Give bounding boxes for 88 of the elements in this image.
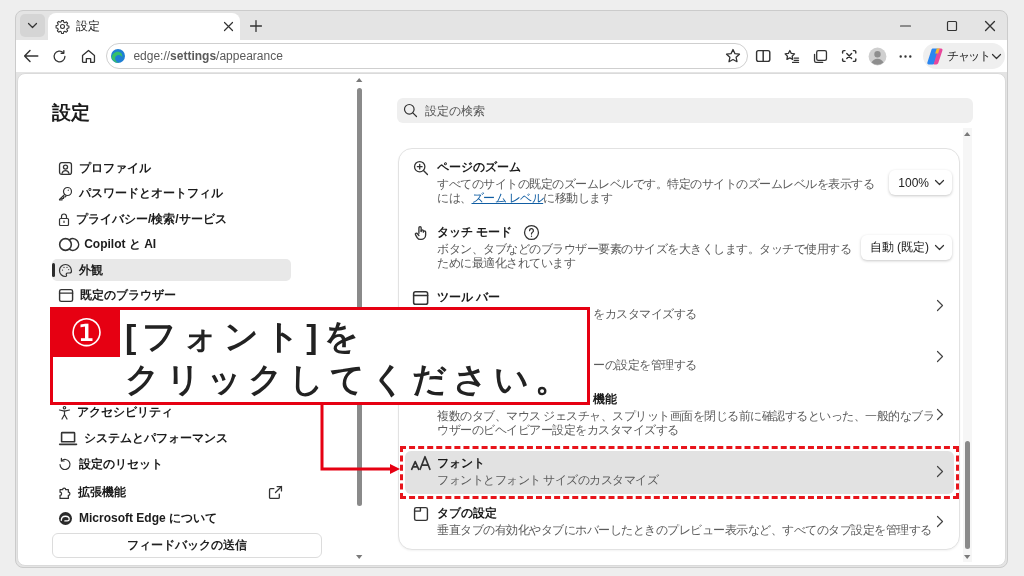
down-triangle-icon[interactable] <box>964 555 971 559</box>
sidebar-item[interactable]: プロファイル <box>52 157 291 179</box>
back-arrow-icon[interactable] <box>24 50 39 62</box>
minimize-icon[interactable] <box>900 24 911 27</box>
font-size-icon <box>411 456 431 470</box>
palette-icon <box>59 263 72 277</box>
chevron-right-icon[interactable] <box>937 409 943 420</box>
search-field[interactable]: 設定の検索 <box>425 103 973 118</box>
browser-logo-icon <box>111 49 126 63</box>
setting-description: フォントとフォント サイズのカスタマイズ <box>437 472 660 487</box>
more-icon[interactable] <box>899 54 913 58</box>
settings-row[interactable]: フォント フォントとフォント サイズのカスタマイズ <box>405 451 954 494</box>
sidebar-item[interactable]: Copilot と AI <box>52 233 291 256</box>
browser-logo-icon <box>59 511 72 525</box>
up-triangle-icon[interactable] <box>964 132 971 136</box>
star-with-lines-icon[interactable] <box>784 49 799 63</box>
chevron-down-icon <box>992 53 1002 59</box>
setting-title: ページのズーム <box>437 160 521 175</box>
hand-icon <box>415 225 427 240</box>
setting-description: ボタン、タブなどのブラウザー要素のサイズを大きくします。タッチで使用するために最適化されています <box>437 242 852 270</box>
sidebar-item[interactable]: プライバシー/検索/サービス <box>52 208 291 231</box>
search-bar[interactable]: 設定の検索 <box>397 98 973 123</box>
circular-arrow-icon <box>59 457 72 471</box>
chevron-down-icon <box>935 180 944 185</box>
window-icon <box>59 289 74 303</box>
gear-icon <box>56 20 69 33</box>
close-icon[interactable] <box>985 20 995 31</box>
page-title: 設定 <box>52 101 91 125</box>
app-logo-icon <box>927 47 945 65</box>
sidebar-item[interactable]: 既定のブラウザー <box>52 284 291 307</box>
sidebar-item[interactable]: Microsoft Edge について <box>52 507 291 530</box>
step-number: ① <box>53 310 120 357</box>
setting-description: すべてのサイトの既定のズームレベルです。特定のサイトのズームレベルを表示するには、ズーム レベルに移動します <box>437 177 875 205</box>
sidebar-item[interactable]: 設定のリセット <box>52 453 291 476</box>
sidebar-item[interactable]: アクセシビリティ <box>52 401 291 424</box>
person-icon <box>59 406 70 420</box>
avatar-icon[interactable] <box>868 46 888 66</box>
home-icon[interactable] <box>82 49 96 63</box>
help-icon[interactable] <box>524 225 540 240</box>
browser-tab[interactable]: 設定 <box>48 13 240 40</box>
setting-description: ーの設定を管理する <box>593 358 697 372</box>
sidebar-item[interactable]: システムとパフォーマンス <box>52 427 291 450</box>
stacked-squares-icon[interactable] <box>813 49 827 63</box>
instruction-text: クリックしてください。 <box>125 359 575 400</box>
puzzle-icon <box>59 486 72 500</box>
dropdown[interactable]: 自動 (既定) <box>860 235 952 260</box>
sidebar-item[interactable]: パスワードとオートフィル <box>52 182 291 205</box>
sidebar-item[interactable]: 外観 <box>52 259 291 282</box>
refresh-icon[interactable] <box>53 49 67 63</box>
setting-title: ツール バー <box>437 290 501 305</box>
profile-icon <box>59 161 72 175</box>
setting-description: をカスタマイズする <box>593 307 697 321</box>
chevron-down-icon <box>935 245 944 250</box>
key-icon <box>59 187 72 201</box>
star-icon[interactable] <box>726 49 741 63</box>
close-icon[interactable] <box>224 22 233 31</box>
laptop-icon <box>59 432 78 446</box>
chevron-right-icon[interactable] <box>937 351 943 362</box>
setting-title: 機能 <box>593 392 617 407</box>
setting-description: 垂直タブの有効化やタブにホバーしたときのプレビュー表示など、すべてのタブ設定を管理する <box>437 523 933 537</box>
instruction-text: [フォント]を <box>125 316 366 357</box>
lock-icon <box>59 212 69 226</box>
overlapping-circles-icon <box>59 238 78 252</box>
plus-icon[interactable] <box>250 20 262 32</box>
chevron-right-icon[interactable] <box>937 516 943 527</box>
dropdown[interactable]: 100% <box>889 170 952 195</box>
setting-description: 複数のタブ、マウス ジェスチャ、スプリット画面を閉じる前に確認するといった、一般的なブラウザーのビヘイビアー設定をカスタマイズする <box>437 409 935 437</box>
chevron-right-icon[interactable] <box>937 465 943 477</box>
setting-title: フォント <box>437 455 485 471</box>
chat-button[interactable]: チャット <box>923 43 1006 69</box>
window-icon <box>413 290 429 305</box>
zoom-level-link[interactable]: ズーム レベル <box>471 192 544 204</box>
scrollbar-thumb[interactable] <box>965 441 970 549</box>
zoom-in-icon <box>414 160 428 175</box>
tab-icon <box>414 506 428 521</box>
up-triangle-icon[interactable] <box>355 78 363 82</box>
setting-title: タッチ モード <box>437 225 513 240</box>
external-link-icon[interactable] <box>269 486 282 500</box>
frame-corners-icon[interactable] <box>841 50 857 62</box>
maximize-icon[interactable] <box>947 20 957 31</box>
sidebar-item[interactable]: 拡張機能 <box>52 481 291 504</box>
search-icon <box>404 104 417 117</box>
down-triangle-icon[interactable] <box>355 555 363 559</box>
chevron-down-icon <box>28 23 37 28</box>
chevron-right-icon[interactable] <box>937 300 943 311</box>
scrollbar-track[interactable] <box>963 128 972 562</box>
setting-title: タブの設定 <box>437 506 497 521</box>
feedback-button[interactable]: フィードバックの送信 <box>52 532 322 558</box>
